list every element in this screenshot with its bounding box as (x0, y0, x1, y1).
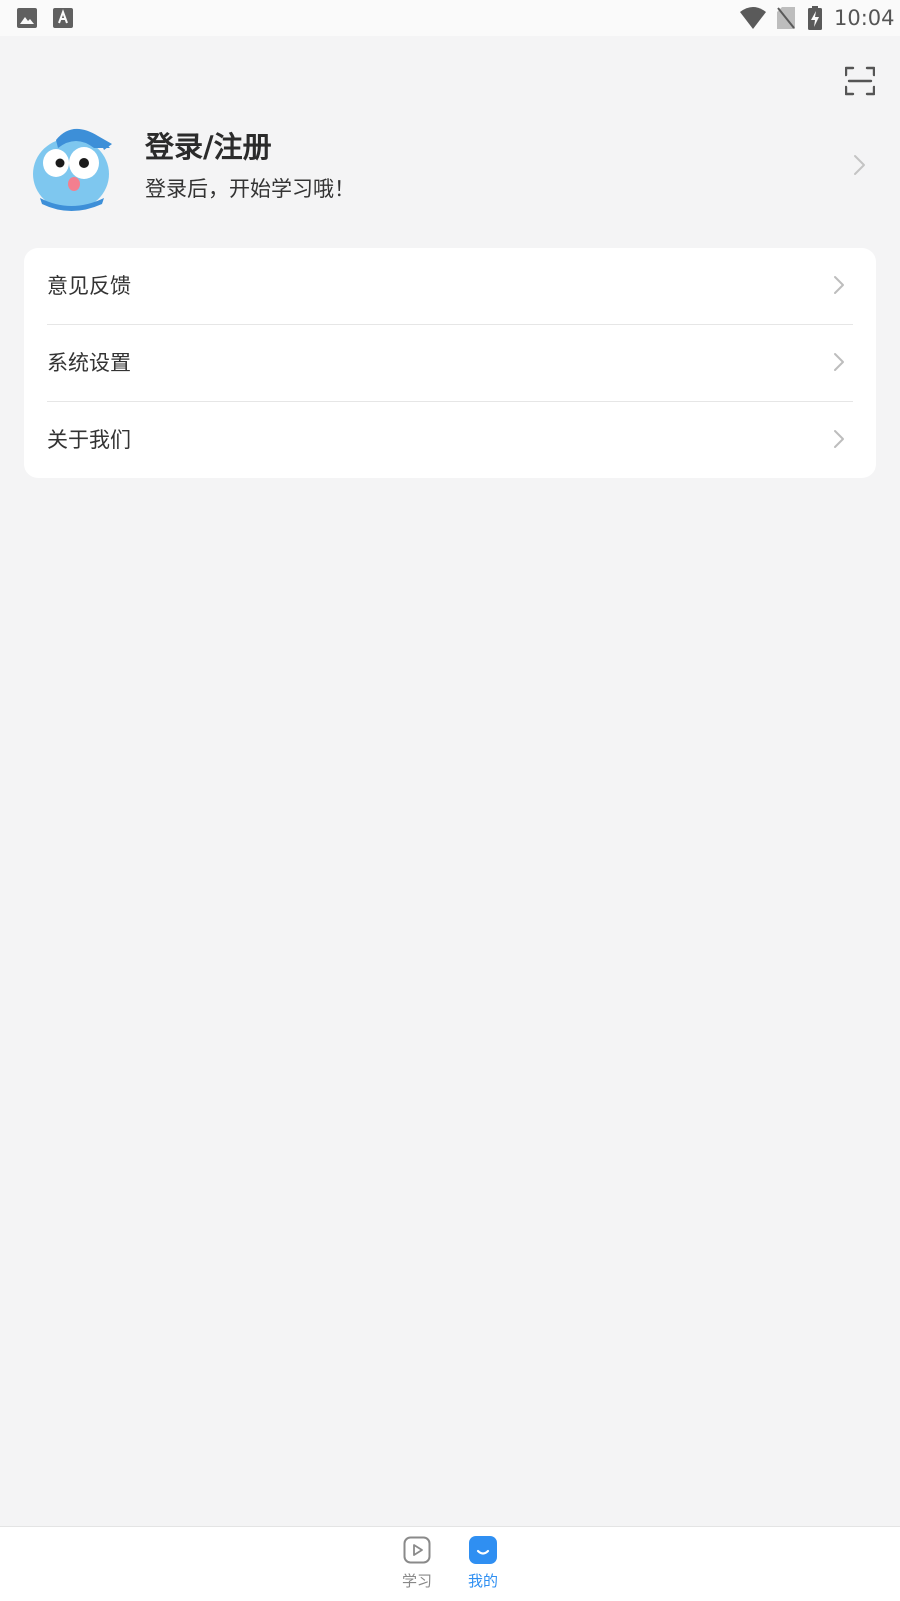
login-register-title: 登录/注册 (145, 130, 272, 164)
menu-item-system-settings[interactable]: 系统设置 (47, 324, 853, 401)
status-bar: 10:04 (0, 0, 900, 36)
tab-study[interactable]: 学习 (387, 1527, 447, 1601)
menu-item-label: 关于我们 (47, 428, 131, 452)
bottom-nav: 学习 我的 (0, 1526, 900, 1601)
chevron-right-icon (834, 353, 844, 371)
chevron-right-icon (854, 155, 865, 175)
menu-item-label: 意见反馈 (47, 274, 131, 298)
battery-charging-icon (808, 6, 822, 30)
chevron-right-icon (834, 276, 844, 294)
tab-mine[interactable]: 我的 (453, 1527, 513, 1601)
no-sim-icon (777, 7, 795, 29)
chevron-right-icon (834, 430, 844, 448)
avatar (24, 118, 124, 218)
tab-study-label: 学习 (401, 1572, 432, 1590)
smile-icon (469, 1536, 497, 1564)
login-hint-text: 登录后，开始学习哦！ (145, 177, 355, 201)
login-register-entry[interactable]: 登录/注册 登录后，开始学习哦！ (24, 118, 876, 220)
scan-icon[interactable] (845, 66, 875, 96)
font-icon (53, 8, 73, 28)
wifi-icon (740, 7, 766, 29)
settings-menu-card: 意见反馈 系统设置 关于我们 (24, 248, 876, 478)
play-icon (403, 1536, 431, 1564)
menu-item-about-us[interactable]: 关于我们 (47, 401, 853, 478)
menu-item-feedback[interactable]: 意见反馈 (47, 248, 853, 324)
status-time: 10:04 (834, 6, 895, 30)
gallery-icon (17, 8, 37, 28)
menu-item-label: 系统设置 (47, 351, 131, 375)
tab-mine-label: 我的 (467, 1572, 498, 1590)
